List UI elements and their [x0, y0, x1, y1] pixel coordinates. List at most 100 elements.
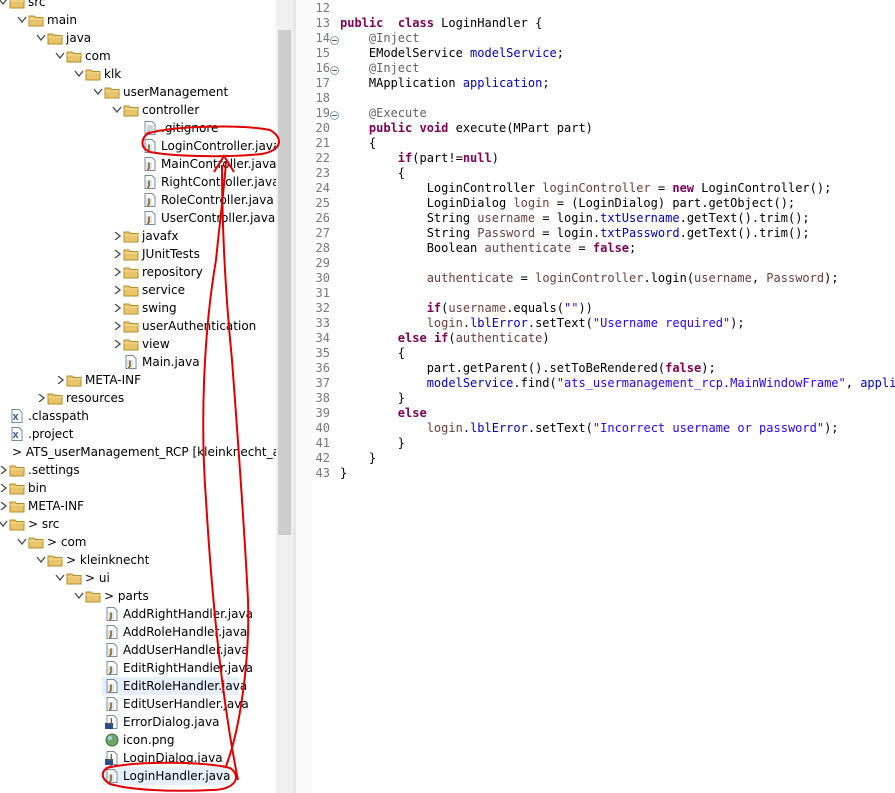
code-line[interactable]: 24 LoginController loginController = new… [296, 181, 895, 196]
code-line[interactable]: 26 String username = login.txtUsername.g… [296, 211, 895, 226]
chevron-right-icon[interactable] [111, 317, 123, 335]
explorer-tree-item[interactable]: J UserController.java [0, 209, 276, 227]
explorer-tree-item[interactable]: J MainController.java [0, 155, 276, 173]
explorer-tree-item[interactable]: .settings [0, 461, 276, 479]
code-line[interactable]: 16 @Inject [296, 61, 895, 76]
chevron-right-icon[interactable] [54, 371, 66, 389]
chevron-down-icon[interactable] [111, 101, 123, 119]
explorer-tree-item[interactable]: J AddRightHandler.java [0, 605, 276, 623]
fold-minus-icon[interactable] [330, 34, 339, 45]
explorer-tree-item[interactable]: J AddUserHandler.java [0, 641, 276, 659]
code-line[interactable]: 13 public class LoginHandler { [296, 16, 895, 31]
explorer-tree-item[interactable]: X .classpath [0, 407, 276, 425]
code-line[interactable]: 43} [296, 466, 895, 481]
code-line[interactable]: 27 String Password = login.txtPassword.g… [296, 226, 895, 241]
code-line[interactable]: 17 MApplication application; [296, 76, 895, 91]
chevron-right-icon[interactable] [111, 299, 123, 317]
explorer-tree-item[interactable]: JUnitTests [0, 245, 276, 263]
explorer-tree-item[interactable]: controller [0, 101, 276, 119]
code-line[interactable]: 14 @Inject [296, 31, 895, 46]
explorer-tree-item[interactable]: J Main.java [0, 353, 276, 371]
chevron-down-icon[interactable] [0, 0, 9, 11]
code-line[interactable]: 38 } [296, 391, 895, 406]
explorer-tree-item[interactable]: .gitignore [0, 119, 276, 137]
explorer-tree-item[interactable]: userAuthentication [0, 317, 276, 335]
explorer-tree-item[interactable]: X .project [0, 425, 276, 443]
chevron-down-icon[interactable] [16, 533, 28, 551]
code-line[interactable]: 21 { [296, 136, 895, 151]
chevron-down-icon[interactable] [54, 47, 66, 65]
explorer-tree-item[interactable]: J AddRoleHandler.java [0, 623, 276, 641]
fold-minus-icon[interactable] [330, 109, 339, 120]
explorer-tree-item[interactable]: META-INF [0, 497, 276, 515]
explorer-tree-item[interactable]: J RoleController.java [0, 191, 276, 209]
code-line[interactable]: 28 Boolean authenticate = false; [296, 241, 895, 256]
explorer-tree-item[interactable]: J ErrorDialog.java [0, 713, 276, 731]
explorer-tree-item[interactable]: swing [0, 299, 276, 317]
code-line[interactable]: 23 { [296, 166, 895, 181]
explorer-tree-item[interactable]: J EditRoleHandler.java [102, 677, 247, 695]
explorer-tree-item[interactable]: service [0, 281, 276, 299]
chevron-down-icon[interactable] [35, 29, 47, 47]
chevron-right-icon[interactable] [0, 461, 9, 479]
code-line[interactable]: 15 EModelService modelService; [296, 46, 895, 61]
code-line[interactable]: 30 authenticate = loginController.login(… [296, 271, 895, 286]
code-line[interactable]: 33 login.lblError.setText("Username requ… [296, 316, 895, 331]
explorer-tree-item[interactable]: META-INF [0, 371, 276, 389]
explorer-tree-item[interactable]: main [0, 11, 276, 29]
explorer-scrollbar[interactable] [276, 0, 293, 793]
code-line[interactable]: 20 public void execute(MPart part) [296, 121, 895, 136]
code-line[interactable]: 31 [296, 286, 895, 301]
explorer-tree-item[interactable]: icon.png [0, 731, 276, 749]
explorer-tree-item[interactable]: J LoginController.java [0, 137, 276, 155]
explorer-tree-item[interactable]: resources [0, 389, 276, 407]
chevron-down-icon[interactable] [54, 569, 66, 587]
code-line[interactable]: 29 [296, 256, 895, 271]
chevron-down-icon[interactable] [35, 551, 47, 569]
explorer-tree-item[interactable]: > ui [0, 569, 276, 587]
explorer-tree-item[interactable]: userManagement [0, 83, 276, 101]
chevron-down-icon[interactable] [0, 515, 9, 533]
explorer-tree-item[interactable]: bin [0, 479, 276, 497]
explorer-tree-item[interactable]: > kleinknecht [0, 551, 276, 569]
code-line[interactable]: 18 [296, 91, 895, 106]
code-line[interactable]: 25 LoginDialog login = (LoginDialog) par… [296, 196, 895, 211]
chevron-down-icon[interactable] [92, 83, 104, 101]
code-line[interactable]: 41 } [296, 436, 895, 451]
chevron-right-icon[interactable] [111, 281, 123, 299]
chevron-right-icon[interactable] [35, 389, 47, 407]
explorer-tree-item[interactable]: klk [0, 65, 276, 83]
explorer-tree-item[interactable]: src [0, 0, 276, 11]
explorer-tree-item[interactable]: J EditRightHandler.java [0, 659, 276, 677]
code-line[interactable]: 12 [296, 1, 895, 16]
chevron-right-icon[interactable] [0, 479, 9, 497]
explorer-tree-item[interactable]: > com [0, 533, 276, 551]
code-line[interactable]: 19 @Execute [296, 106, 895, 121]
explorer-tree-item[interactable]: > ATS_userManagement_RCP [kleinknecht_at… [0, 443, 276, 461]
code-line[interactable]: 42 } [296, 451, 895, 466]
chevron-right-icon[interactable] [111, 227, 123, 245]
explorer-tree-item[interactable]: > parts [0, 587, 276, 605]
code-line[interactable]: 35 { [296, 346, 895, 361]
code-line[interactable]: 40 login.lblError.setText("Incorrect use… [296, 421, 895, 436]
explorer-tree-item[interactable]: java [0, 29, 276, 47]
chevron-down-icon[interactable] [73, 587, 85, 605]
explorer-tree-item[interactable]: javafx [0, 227, 276, 245]
code-line[interactable]: 34 else if(authenticate) [296, 331, 895, 346]
code-line[interactable]: 36 part.getParent().setToBeRendered(fals… [296, 361, 895, 376]
fold-minus-icon[interactable] [330, 64, 339, 75]
code-line[interactable]: 39 else [296, 406, 895, 421]
explorer-tree-item[interactable]: repository [0, 263, 276, 281]
code-line[interactable]: 32 if(username.equals("")) [296, 301, 895, 316]
code-line[interactable]: 22 if(part!=null) [296, 151, 895, 166]
explorer-tree-item[interactable]: com [0, 47, 276, 65]
code-line[interactable]: 37 modelService.find("ats_usermanagement… [296, 376, 895, 391]
explorer-tree-item[interactable]: view [0, 335, 276, 353]
explorer-tree-item[interactable]: J EditUserHandler.java [0, 695, 276, 713]
chevron-right-icon[interactable] [111, 245, 123, 263]
chevron-right-icon[interactable] [0, 497, 9, 515]
explorer-scrollbar-thumb[interactable] [278, 30, 291, 535]
explorer-tree-item[interactable]: J LoginDialog.java [0, 749, 276, 767]
explorer-tree-item[interactable]: J RightController.java [0, 173, 276, 191]
chevron-down-icon[interactable] [73, 65, 85, 83]
